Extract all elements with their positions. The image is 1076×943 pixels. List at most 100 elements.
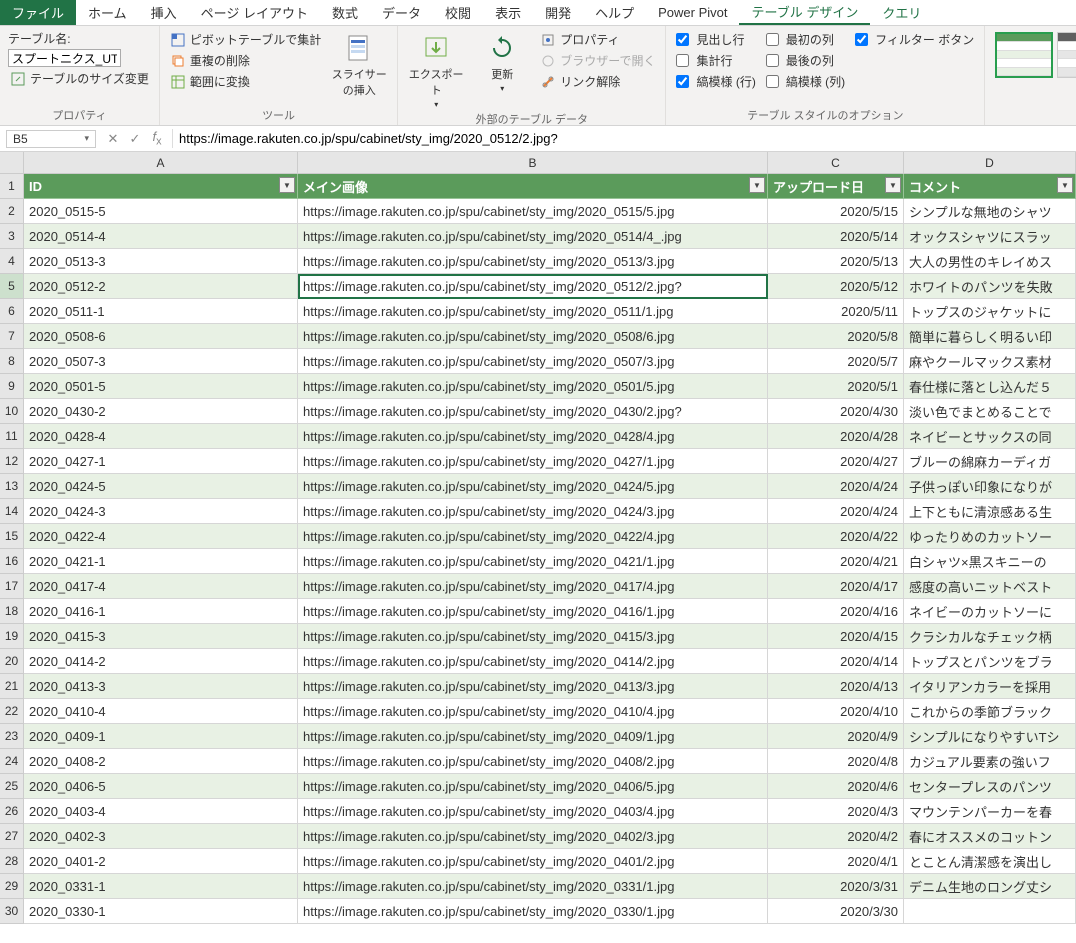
cell-C8[interactable]: 2020/5/7	[768, 349, 904, 374]
cell-C4[interactable]: 2020/5/13	[768, 249, 904, 274]
cell-C10[interactable]: 2020/4/30	[768, 399, 904, 424]
cell-A13[interactable]: 2020_0424-5	[24, 474, 298, 499]
cell-C27[interactable]: 2020/4/2	[768, 824, 904, 849]
row-header-4[interactable]: 4	[0, 249, 24, 274]
convert-range-button[interactable]: 範囲に変換	[168, 72, 323, 91]
filter-button-2[interactable]: ▼	[885, 177, 901, 193]
cell-C21[interactable]: 2020/4/13	[768, 674, 904, 699]
cell-D14[interactable]: 上下ともに清涼感ある生	[904, 499, 1076, 524]
cell-D26[interactable]: マウンテンパーカーを春	[904, 799, 1076, 824]
cell-D9[interactable]: 春仕様に落とし込んだ５	[904, 374, 1076, 399]
cell-D2[interactable]: シンプルな無地のシャツ	[904, 199, 1076, 224]
cell-A18[interactable]: 2020_0416-1	[24, 599, 298, 624]
cell-D19[interactable]: クラシカルなチェック柄	[904, 624, 1076, 649]
row-header-10[interactable]: 10	[0, 399, 24, 424]
formula-input[interactable]	[172, 129, 1076, 148]
cell-D27[interactable]: 春にオススメのコットン	[904, 824, 1076, 849]
refresh-button[interactable]: 更新▾	[472, 30, 532, 93]
ribbon-tab-2[interactable]: 挿入	[139, 0, 189, 25]
ribbon-tab-3[interactable]: ページ レイアウト	[189, 0, 320, 25]
cell-D23[interactable]: シンプルになりやすいTシ	[904, 724, 1076, 749]
row-header-7[interactable]: 7	[0, 324, 24, 349]
cell-C7[interactable]: 2020/5/8	[768, 324, 904, 349]
cell-B17[interactable]: https://image.rakuten.co.jp/spu/cabinet/…	[298, 574, 768, 599]
cell-B27[interactable]: https://image.rakuten.co.jp/spu/cabinet/…	[298, 824, 768, 849]
cell-C23[interactable]: 2020/4/9	[768, 724, 904, 749]
cell-C28[interactable]: 2020/4/1	[768, 849, 904, 874]
filter-button-0[interactable]: ▼	[279, 177, 295, 193]
row-header-25[interactable]: 25	[0, 774, 24, 799]
cell-D6[interactable]: トップスのジャケットに	[904, 299, 1076, 324]
cell-A9[interactable]: 2020_0501-5	[24, 374, 298, 399]
cell-D20[interactable]: トップスとパンツをブラ	[904, 649, 1076, 674]
cell-C12[interactable]: 2020/4/27	[768, 449, 904, 474]
cell-D22[interactable]: これからの季節ブラック	[904, 699, 1076, 724]
cell-B24[interactable]: https://image.rakuten.co.jp/spu/cabinet/…	[298, 749, 768, 774]
ribbon-tab-6[interactable]: 校閲	[433, 0, 483, 25]
cell-A21[interactable]: 2020_0413-3	[24, 674, 298, 699]
cell-C30[interactable]: 2020/3/30	[768, 899, 904, 924]
remove-duplicates-button[interactable]: 重複の削除	[168, 51, 323, 70]
cell-A25[interactable]: 2020_0406-5	[24, 774, 298, 799]
cancel-formula-button[interactable]: ✕	[102, 131, 124, 147]
check-banded-col[interactable]	[766, 75, 779, 88]
col-header-A[interactable]: A	[24, 152, 298, 173]
cell-A16[interactable]: 2020_0421-1	[24, 549, 298, 574]
cell-C25[interactable]: 2020/4/6	[768, 774, 904, 799]
cell-B29[interactable]: https://image.rakuten.co.jp/spu/cabinet/…	[298, 874, 768, 899]
cell-A22[interactable]: 2020_0410-4	[24, 699, 298, 724]
select-all-corner[interactable]	[0, 152, 24, 173]
ribbon-tab-11[interactable]: テーブル デザイン	[739, 0, 870, 25]
cell-D17[interactable]: 感度の高いニットベスト	[904, 574, 1076, 599]
col-header-D[interactable]: D	[904, 152, 1076, 173]
opt-header-row[interactable]: 見出し行	[674, 30, 757, 49]
cell-D29[interactable]: デニム生地のロング丈シ	[904, 874, 1076, 899]
row-header-14[interactable]: 14	[0, 499, 24, 524]
cell-C16[interactable]: 2020/4/21	[768, 549, 904, 574]
cell-C29[interactable]: 2020/3/31	[768, 874, 904, 899]
unlink-button[interactable]: リンク解除	[538, 72, 657, 91]
cell-A30[interactable]: 2020_0330-1	[24, 899, 298, 924]
cell-C26[interactable]: 2020/4/3	[768, 799, 904, 824]
cell-D10[interactable]: 淡い色でまとめることで	[904, 399, 1076, 424]
cell-C19[interactable]: 2020/4/15	[768, 624, 904, 649]
cell-A4[interactable]: 2020_0513-3	[24, 249, 298, 274]
cell-A2[interactable]: 2020_0515-5	[24, 199, 298, 224]
row-header-12[interactable]: 12	[0, 449, 24, 474]
cell-D5[interactable]: ホワイトのパンツを失敗	[904, 274, 1076, 299]
cell-A26[interactable]: 2020_0403-4	[24, 799, 298, 824]
cell-B14[interactable]: https://image.rakuten.co.jp/spu/cabinet/…	[298, 499, 768, 524]
row-header-8[interactable]: 8	[0, 349, 24, 374]
row-header-30[interactable]: 30	[0, 899, 24, 924]
cell-B26[interactable]: https://image.rakuten.co.jp/spu/cabinet/…	[298, 799, 768, 824]
cell-B19[interactable]: https://image.rakuten.co.jp/spu/cabinet/…	[298, 624, 768, 649]
cell-A15[interactable]: 2020_0422-4	[24, 524, 298, 549]
cell-C15[interactable]: 2020/4/22	[768, 524, 904, 549]
row-header-3[interactable]: 3	[0, 224, 24, 249]
row-header-16[interactable]: 16	[0, 549, 24, 574]
cell-B16[interactable]: https://image.rakuten.co.jp/spu/cabinet/…	[298, 549, 768, 574]
name-box[interactable]: B5 ▾	[6, 130, 96, 148]
cell-B15[interactable]: https://image.rakuten.co.jp/spu/cabinet/…	[298, 524, 768, 549]
check-banded-row[interactable]	[676, 75, 689, 88]
cell-A27[interactable]: 2020_0402-3	[24, 824, 298, 849]
cell-C14[interactable]: 2020/4/24	[768, 499, 904, 524]
filter-button-3[interactable]: ▼	[1057, 177, 1073, 193]
ribbon-tab-4[interactable]: 数式	[320, 0, 370, 25]
row-header-21[interactable]: 21	[0, 674, 24, 699]
cell-A5[interactable]: 2020_0512-2	[24, 274, 298, 299]
row-header-5[interactable]: 5	[0, 274, 24, 299]
cell-C5[interactable]: 2020/5/12	[768, 274, 904, 299]
row-header-26[interactable]: 26	[0, 799, 24, 824]
cell-A10[interactable]: 2020_0430-2	[24, 399, 298, 424]
cell-C13[interactable]: 2020/4/24	[768, 474, 904, 499]
cell-A7[interactable]: 2020_0508-6	[24, 324, 298, 349]
pivot-summary-button[interactable]: ピボットテーブルで集計	[168, 30, 323, 49]
check-filter[interactable]	[855, 33, 868, 46]
check-header[interactable]	[676, 33, 689, 46]
row-header-11[interactable]: 11	[0, 424, 24, 449]
cell-C24[interactable]: 2020/4/8	[768, 749, 904, 774]
style-thumb-green[interactable]	[995, 32, 1053, 78]
opt-banded-row[interactable]: 縞模様 (行)	[674, 72, 757, 91]
cell-D25[interactable]: センタープレスのパンツ	[904, 774, 1076, 799]
